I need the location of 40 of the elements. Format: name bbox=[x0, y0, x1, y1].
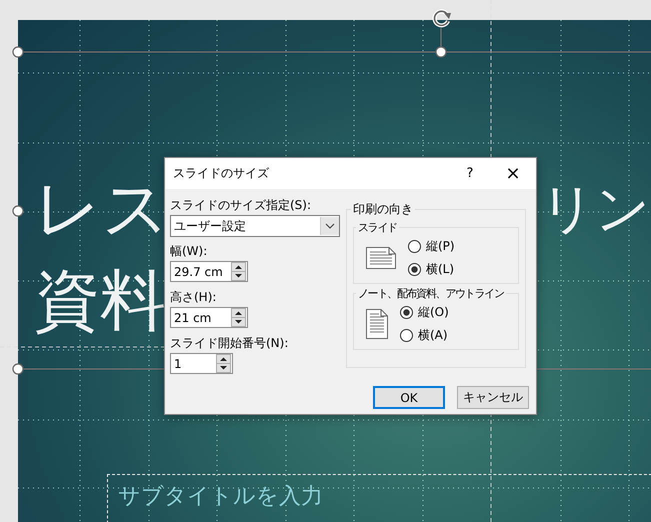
ok-button[interactable]: OK bbox=[373, 386, 445, 409]
radio-option[interactable]: 横(A) bbox=[400, 326, 449, 345]
slide-title: 資料 bbox=[34, 268, 166, 334]
resize-handle[interactable] bbox=[12, 46, 24, 58]
rotate-handle-icon[interactable] bbox=[431, 8, 453, 28]
portrait-page-icon bbox=[366, 309, 388, 339]
resize-handle[interactable] bbox=[12, 363, 24, 375]
radio-button-icon[interactable] bbox=[400, 329, 413, 342]
group-title: ノート、配布資料、アウトライン bbox=[357, 286, 505, 301]
dropdown-value: ユーザー設定 bbox=[173, 218, 247, 234]
slide-title: レス bbox=[34, 176, 170, 242]
group-title: スライド bbox=[357, 220, 398, 235]
group-title: 印刷の向き bbox=[352, 201, 414, 218]
field-label: スライド開始番号(N): bbox=[170, 335, 290, 351]
slide-title: リン bbox=[540, 182, 650, 236]
radio-option[interactable]: 縦(P) bbox=[408, 237, 455, 256]
chevron-down-icon[interactable] bbox=[320, 217, 339, 235]
spin-buttons-icon[interactable] bbox=[216, 354, 231, 373]
subtitle-placeholder[interactable]: サブタイトルを入力 bbox=[107, 474, 651, 522]
landscape-page-icon bbox=[366, 247, 396, 269]
radio-button-icon[interactable] bbox=[408, 263, 421, 276]
field-label: 高さ(H): bbox=[170, 289, 218, 305]
number-field[interactable]: 21 cm bbox=[170, 307, 248, 328]
spin-buttons-icon[interactable] bbox=[231, 308, 246, 327]
field-label: スライドのサイズ指定(S): bbox=[170, 197, 312, 213]
help-button[interactable]: ? bbox=[450, 158, 490, 189]
number-field[interactable]: 29.7 cm bbox=[170, 261, 248, 282]
resize-handle[interactable] bbox=[435, 46, 447, 58]
resize-handle[interactable] bbox=[12, 205, 24, 217]
size-dropdown[interactable]: ユーザー設定 bbox=[170, 215, 340, 237]
close-button[interactable]: × bbox=[490, 158, 536, 189]
radio-button-icon[interactable] bbox=[400, 306, 413, 319]
cancel-button[interactable]: キャンセル bbox=[457, 386, 529, 409]
spin-buttons-icon[interactable] bbox=[231, 262, 246, 281]
radio-option[interactable]: 横(L) bbox=[408, 260, 455, 279]
dialog-title: スライドのサイズ bbox=[173, 165, 270, 182]
radio-option[interactable]: 縦(O) bbox=[400, 303, 449, 322]
radio-button-icon[interactable] bbox=[408, 240, 421, 253]
field-label: 幅(W): bbox=[170, 243, 208, 259]
number-field[interactable]: 1 bbox=[170, 353, 233, 374]
